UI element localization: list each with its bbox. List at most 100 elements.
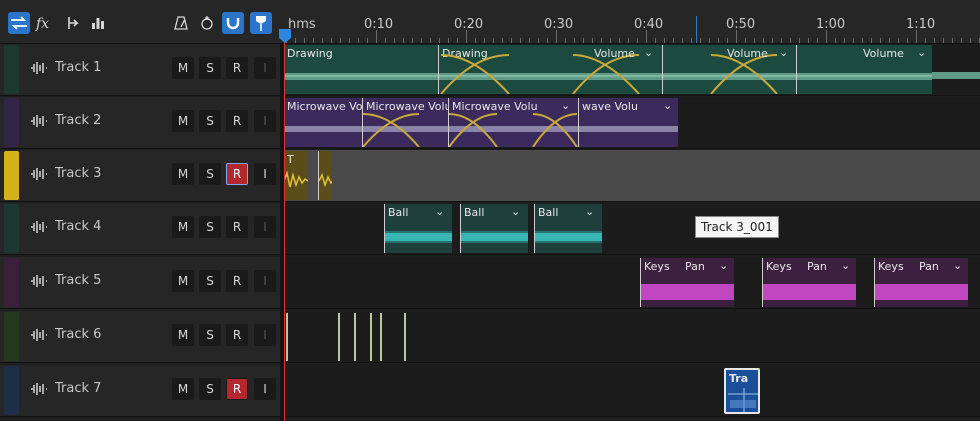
clip-microwave-3[interactable]: Microwave Volu ⌄	[448, 98, 578, 147]
loop-icon[interactable]	[196, 12, 218, 34]
ruler-tick-label: 0:50	[726, 17, 756, 32]
track-header-3[interactable]: Track 3 MSRI	[0, 150, 280, 202]
solo-button[interactable]: S	[199, 110, 221, 132]
fx-icon[interactable]: fx	[34, 12, 56, 34]
switch-icon[interactable]	[8, 12, 30, 34]
metronome-icon[interactable]	[170, 12, 192, 34]
clip-track3-2[interactable]	[318, 151, 332, 200]
clip-menu-chevron[interactable]: ⌄	[644, 46, 653, 59]
input-monitor-button[interactable]: I	[254, 216, 276, 238]
clip-menu-chevron[interactable]: ⌄	[779, 46, 788, 59]
lane-track-7[interactable]: Tra	[284, 365, 980, 417]
ruler-minor-tick	[736, 30, 737, 43]
track-name[interactable]: Track 1	[55, 60, 101, 75]
solo-button[interactable]: S	[199, 216, 221, 238]
clip-ball-2[interactable]: Ball ⌄	[460, 204, 528, 253]
clip-menu-chevron[interactable]: ⌄	[917, 46, 926, 59]
snap-icon[interactable]	[222, 12, 244, 34]
track-name[interactable]: Track 4	[55, 219, 101, 234]
clip-volume-2[interactable]: Volume ⌄	[662, 45, 796, 94]
input-monitor-button[interactable]: I	[254, 270, 276, 292]
clip-volume-3[interactable]: Volume ⌄	[796, 45, 932, 94]
timeline-ruler[interactable]: hms 0:10 0:20 0:30 0:40 0:50 1:00 1:10	[284, 0, 980, 44]
clip-track7-1[interactable]: Tra	[724, 368, 760, 414]
mute-button[interactable]: M	[172, 216, 194, 238]
track-header-6[interactable]: Track 6 MSRI	[0, 311, 280, 363]
waveform-icon	[31, 62, 47, 74]
solo-button[interactable]: S	[199, 324, 221, 346]
track-name[interactable]: Track 5	[55, 273, 101, 288]
solo-button[interactable]: S	[199, 163, 221, 185]
track-header-5[interactable]: Track 5 MSRI	[0, 257, 280, 309]
clip-keys-2[interactable]: Keys Pan ⌄	[762, 258, 856, 307]
track-color-strip	[4, 258, 19, 307]
midi-marker[interactable]	[380, 313, 382, 361]
clip-microwave-4[interactable]: wave Volu ⌄	[578, 98, 678, 147]
midi-marker[interactable]	[354, 313, 356, 361]
clip-keys-3[interactable]: Keys Pan ⌄	[874, 258, 968, 307]
ruler-tick-label: 0:40	[634, 17, 664, 32]
mute-button[interactable]: M	[172, 270, 194, 292]
clip-ball-1[interactable]: Ball ⌄	[384, 204, 452, 253]
meter-icon[interactable]	[87, 12, 109, 34]
track-color-strip	[4, 204, 19, 253]
toolbar: fx	[0, 0, 284, 44]
clip-microwave-1[interactable]: Microwave Vol	[284, 98, 362, 147]
midi-marker[interactable]	[338, 313, 340, 361]
track-name[interactable]: Track 2	[55, 113, 101, 128]
track-color-strip	[4, 312, 19, 361]
mute-button[interactable]: M	[172, 324, 194, 346]
mute-button[interactable]: M	[172, 110, 194, 132]
record-arm-button[interactable]: R	[226, 57, 248, 79]
input-monitor-button[interactable]: I	[254, 378, 276, 400]
clip-ball-3[interactable]: Ball ⌄	[534, 204, 602, 253]
track-name[interactable]: Track 3	[55, 166, 101, 181]
solo-button[interactable]: S	[199, 57, 221, 79]
input-monitor-button[interactable]: I	[254, 110, 276, 132]
track-name[interactable]: Track 6	[55, 327, 101, 342]
track-header-2[interactable]: Track 2 MSRI	[0, 97, 280, 149]
lane-track-1[interactable]: Drawing Drawing Volume ⌄ Volume ⌄ Volume…	[284, 44, 980, 96]
clip-track3-1[interactable]: T	[284, 151, 308, 200]
track-name[interactable]: Track 7	[55, 381, 101, 396]
waveform-icon	[31, 329, 47, 341]
record-arm-button[interactable]: R	[226, 216, 248, 238]
midi-marker[interactable]	[286, 313, 288, 361]
mute-button[interactable]: M	[172, 378, 194, 400]
input-monitor-button[interactable]: I	[254, 163, 276, 185]
record-arm-button[interactable]: R	[226, 110, 248, 132]
ruler-minor-tick	[916, 30, 917, 43]
lane-track-3[interactable]: T	[284, 150, 980, 202]
track-header-7[interactable]: Track 7 MSRI	[0, 365, 280, 417]
marker-icon[interactable]	[250, 12, 272, 34]
lane-track-5[interactable]: Keys Pan ⌄ Keys Pan ⌄ Keys Pan ⌄	[284, 257, 980, 309]
record-arm-button[interactable]: R	[226, 324, 248, 346]
playhead-handle[interactable]	[278, 28, 292, 48]
lane-track-2[interactable]: Microwave Vol Microwave Volu Microwave V…	[284, 97, 980, 149]
ruler-minor-tick	[466, 30, 467, 43]
track-header-4[interactable]: Track 4 MSRI	[0, 203, 280, 255]
lane-track-4[interactable]: Ball ⌄ Ball ⌄ Ball ⌄	[284, 203, 980, 255]
track-header-1[interactable]: Track 1 MSRI	[0, 44, 280, 96]
clip-drawing-2[interactable]: Drawing Volume ⌄	[438, 45, 662, 94]
input-monitor-button[interactable]: I	[254, 57, 276, 79]
solo-button[interactable]: S	[199, 270, 221, 292]
solo-button[interactable]: S	[199, 378, 221, 400]
record-arm-button[interactable]: R	[226, 270, 248, 292]
track-color-strip	[4, 366, 19, 415]
clip-keys-1[interactable]: Keys Pan ⌄	[640, 258, 734, 307]
input-monitor-button[interactable]: I	[254, 324, 276, 346]
svg-text:fx: fx	[35, 16, 49, 31]
clip-drawing-1[interactable]: Drawing	[284, 45, 438, 94]
lane-track-6[interactable]	[284, 311, 980, 363]
midi-marker[interactable]	[370, 313, 372, 361]
midi-marker[interactable]	[404, 313, 406, 361]
mute-button[interactable]: M	[172, 163, 194, 185]
record-arm-button[interactable]: R	[226, 163, 248, 185]
track-color-strip	[4, 45, 19, 94]
clip-microwave-2[interactable]: Microwave Volu	[362, 98, 448, 147]
ruler-unit-label: hms	[288, 17, 316, 32]
mute-button[interactable]: M	[172, 57, 194, 79]
send-icon[interactable]	[62, 12, 84, 34]
record-arm-button[interactable]: R	[226, 378, 248, 400]
